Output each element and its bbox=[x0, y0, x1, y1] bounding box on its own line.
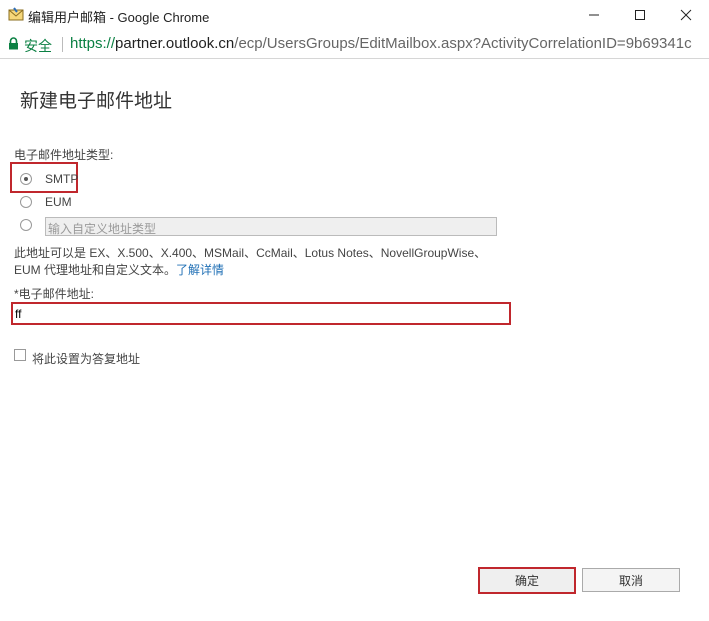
address-separator bbox=[62, 37, 63, 52]
lock-icon bbox=[8, 37, 19, 50]
smtp-label: SMTP bbox=[45, 172, 79, 186]
address-description: 此地址可以是 EX、X.500、X.400、MSMail、CcMail、Lotu… bbox=[14, 245, 509, 279]
close-icon bbox=[680, 9, 692, 21]
minimize-icon bbox=[589, 14, 599, 16]
eum-radio[interactable] bbox=[20, 196, 32, 208]
description-text: 此地址可以是 EX、X.500、X.400、MSMail、CcMail、Lotu… bbox=[14, 246, 487, 277]
close-button[interactable] bbox=[663, 0, 709, 30]
custom-type-radio[interactable] bbox=[20, 219, 32, 231]
smtp-radio[interactable] bbox=[20, 173, 32, 185]
email-address-input[interactable]: ff bbox=[11, 302, 511, 325]
minimize-button[interactable] bbox=[571, 0, 617, 30]
url-text[interactable]: https://partner.outlook.cn/ecp/UsersGrou… bbox=[70, 35, 692, 52]
mail-icon bbox=[8, 7, 24, 21]
secure-label: 安全 bbox=[24, 38, 52, 54]
maximize-icon bbox=[635, 10, 645, 20]
window-title: 编辑用户邮箱 - Google Chrome bbox=[28, 10, 210, 25]
address-type-label: 电子邮件地址类型: bbox=[14, 148, 114, 162]
maximize-button[interactable] bbox=[617, 0, 663, 30]
reply-address-label: 将此设置为答复地址 bbox=[32, 352, 141, 366]
url-path: /ecp/UsersGroups/EditMailbox.aspx?Activi… bbox=[234, 35, 692, 52]
window-titlebar: 编辑用户邮箱 - Google Chrome bbox=[0, 0, 709, 30]
dialog-title: 新建电子邮件地址 bbox=[20, 91, 173, 112]
url-host: partner.outlook.cn bbox=[115, 35, 235, 52]
radio-option-eum[interactable]: EUM bbox=[20, 195, 72, 209]
ok-button[interactable]: 确定 bbox=[478, 567, 576, 594]
email-address-label: *电子邮件地址: bbox=[14, 287, 95, 301]
eum-label: EUM bbox=[45, 195, 72, 209]
cancel-button[interactable]: 取消 bbox=[582, 568, 680, 592]
reply-address-checkbox[interactable] bbox=[14, 349, 26, 361]
url-protocol: https:// bbox=[70, 35, 116, 52]
radio-option-smtp[interactable]: SMTP bbox=[20, 172, 78, 186]
learn-more-link[interactable]: 了解详情 bbox=[176, 263, 224, 277]
address-bar[interactable]: 安全 https://partner.outlook.cn/ecp/UsersG… bbox=[0, 30, 709, 59]
custom-type-input[interactable]: 输入自定义地址类型 bbox=[45, 217, 497, 236]
radio-option-custom[interactable] bbox=[20, 219, 32, 231]
